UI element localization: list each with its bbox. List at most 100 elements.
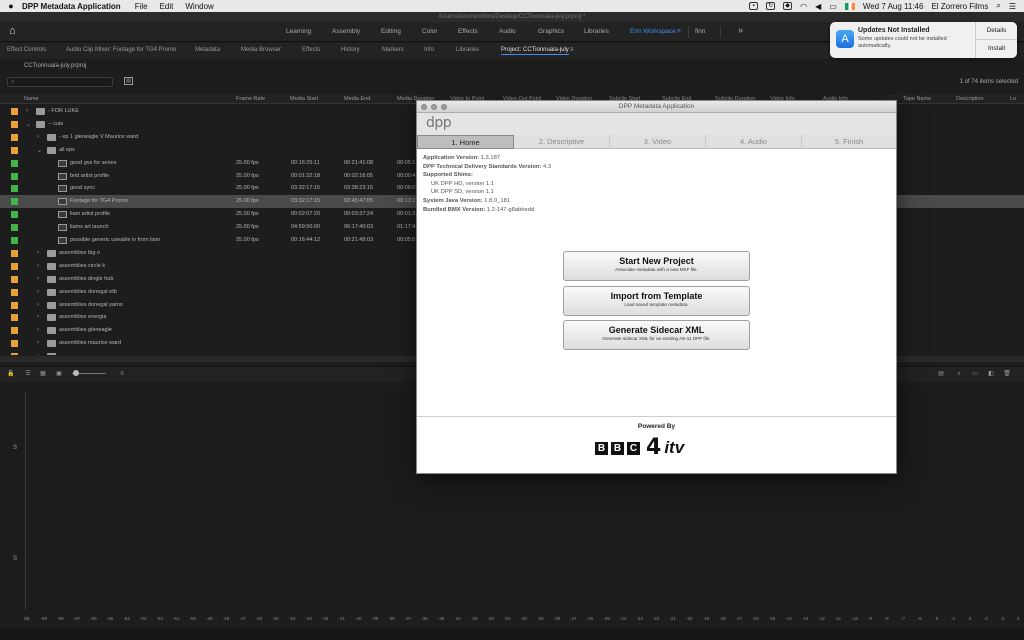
tray-dropbox-icon[interactable]: ◆ <box>783 2 793 10</box>
wifi-icon[interactable]: ◠ <box>800 2 807 11</box>
tab-audio[interactable]: 4. Audio <box>706 135 802 149</box>
disclosure-collapsed-icon[interactable]: › <box>37 353 39 355</box>
col-description[interactable]: Description <box>956 96 984 102</box>
tab-media-browser[interactable]: Media Browser <box>241 47 281 53</box>
label-color-swatch[interactable] <box>11 224 18 232</box>
generate-sidecar-xml-button[interactable]: Generate Sidecar XML Generate sidecar XM… <box>563 320 750 350</box>
tab-project[interactable]: Project: CCTionnuala-july <box>501 47 569 55</box>
volume-icon[interactable]: ◀ <box>815 2 821 11</box>
import-template-button[interactable]: Import from Template Load saved template… <box>563 286 750 316</box>
label-color-swatch[interactable] <box>11 211 18 219</box>
notification-center-icon[interactable]: ☰ <box>1009 2 1016 11</box>
lock-icon[interactable]: 🔓 <box>7 371 15 378</box>
col-name[interactable]: Name <box>24 96 39 102</box>
dpp-window-title[interactable]: DPP Metadata Application <box>417 101 896 113</box>
disclosure-collapsed-icon[interactable]: › <box>37 134 39 140</box>
tab-home[interactable]: 1. Home <box>417 135 514 149</box>
label-color-swatch[interactable] <box>11 288 18 296</box>
disclosure-collapsed-icon[interactable]: › <box>26 108 28 114</box>
disclosure-collapsed-icon[interactable]: › <box>37 314 39 320</box>
label-color-swatch[interactable] <box>11 340 18 348</box>
menu-file[interactable]: File <box>135 2 148 11</box>
col-log[interactable]: Lo <box>1010 96 1016 102</box>
tab-metadata[interactable]: Metadata <box>195 47 220 53</box>
disclosure-collapsed-icon[interactable]: › <box>37 250 39 256</box>
label-color-swatch[interactable] <box>11 108 18 115</box>
workspace-graphics[interactable]: Graphics <box>538 28 564 35</box>
tab-history[interactable]: History <box>341 47 360 53</box>
workspace-erin[interactable]: Erin Workspace <box>630 28 676 35</box>
menu-edit[interactable]: Edit <box>160 2 174 11</box>
label-color-swatch[interactable] <box>11 133 18 141</box>
new-item-icon[interactable]: ◧ <box>987 371 995 378</box>
disclosure-collapsed-icon[interactable]: › <box>37 302 39 308</box>
label-color-swatch[interactable] <box>11 327 18 335</box>
label-color-swatch[interactable] <box>11 120 18 128</box>
disclosure-collapsed-icon[interactable]: › <box>37 276 39 282</box>
col-media-end[interactable]: Media End <box>344 96 370 102</box>
app-name-menu[interactable]: DPP Metadata Application <box>22 2 121 11</box>
label-color-swatch[interactable] <box>11 159 18 167</box>
clock[interactable]: Wed 7 Aug 11:46 <box>863 2 924 11</box>
label-color-swatch[interactable] <box>11 198 18 206</box>
tab-audio-clip-mixer[interactable]: Audio Clip Mixer: Footage for TG4 Promo <box>66 47 176 53</box>
workspace-more-icon[interactable]: » <box>738 25 743 35</box>
bin-icon[interactable]: ▤ <box>937 371 945 378</box>
label-color-swatch[interactable] <box>11 146 18 154</box>
workspace-assembly[interactable]: Assembly <box>332 28 360 35</box>
apple-menu-icon[interactable]: ● <box>0 1 22 11</box>
label-color-swatch[interactable] <box>11 353 18 355</box>
workspace-effects[interactable]: Effects <box>458 28 478 35</box>
col-tape-name[interactable]: Tape Name <box>903 96 931 102</box>
disclosure-collapsed-icon[interactable]: › <box>37 327 39 333</box>
tab-info[interactable]: Info <box>424 47 434 53</box>
workspace-audio[interactable]: Audio <box>499 28 516 35</box>
tray-sync-icon[interactable]: ↻ <box>766 2 776 10</box>
label-color-swatch[interactable] <box>11 249 18 257</box>
label-color-swatch[interactable] <box>11 185 18 193</box>
list-view-icon[interactable]: ☰ <box>24 371 32 378</box>
workspace-learning[interactable]: Learning <box>286 28 311 35</box>
tab-effects[interactable]: Effects <box>302 47 320 53</box>
new-bin-icon[interactable]: ▤ <box>124 77 133 85</box>
workspace-color[interactable]: Color <box>422 28 438 35</box>
zoom-slider-handle[interactable] <box>73 370 79 376</box>
install-button[interactable]: Install <box>975 40 1017 58</box>
col-frame-rate[interactable]: Frame Rate <box>236 96 265 102</box>
meter-solo-label[interactable]: S <box>13 556 17 562</box>
trash-icon[interactable]: 🗑 <box>1003 371 1011 378</box>
label-color-swatch[interactable] <box>11 237 18 244</box>
workspace-libraries[interactable]: Libraries <box>584 28 609 35</box>
tab-descriptive[interactable]: 2. Descriptive <box>514 135 610 149</box>
freeform-view-icon[interactable]: ▣ <box>55 371 63 378</box>
start-new-project-button[interactable]: Start New Project Associate metadata wit… <box>563 251 750 281</box>
tab-project-menu-icon[interactable]: ≡ <box>570 47 574 53</box>
minimize-window-icon[interactable] <box>431 104 437 110</box>
update-notification[interactable]: A Updates Not Installed Some updates cou… <box>830 22 1017 58</box>
disclosure-collapsed-icon[interactable]: › <box>37 340 39 346</box>
disclosure-expanded-icon[interactable]: ⌄ <box>37 147 42 154</box>
label-color-swatch[interactable] <box>11 172 18 180</box>
tab-finish[interactable]: 5. Finish <box>802 135 896 149</box>
find-icon[interactable]: ⌕ <box>955 371 963 378</box>
icon-view-icon[interactable]: ▦ <box>39 371 47 378</box>
details-button[interactable]: Details <box>975 22 1017 40</box>
label-color-swatch[interactable] <box>11 301 18 309</box>
label-color-swatch[interactable] <box>11 275 18 283</box>
sort-icon[interactable]: ≡ <box>118 371 126 378</box>
input-source-flag-icon[interactable] <box>844 2 855 10</box>
tab-video[interactable]: 3. Video <box>610 135 706 149</box>
user-name[interactable]: El Zorrero Films <box>931 2 988 11</box>
tab-libraries[interactable]: Libraries <box>456 47 479 53</box>
tab-markers[interactable]: Markers <box>382 47 404 53</box>
battery-icon[interactable]: ▭ <box>829 2 837 11</box>
menu-window[interactable]: Window <box>185 2 213 11</box>
close-window-icon[interactable] <box>421 104 427 110</box>
label-color-swatch[interactable] <box>11 262 18 270</box>
disclosure-collapsed-icon[interactable]: › <box>37 263 39 269</box>
project-search-input[interactable]: ⌕ <box>7 77 113 87</box>
label-color-swatch[interactable] <box>11 314 18 322</box>
home-icon[interactable]: ⌂ <box>9 26 20 37</box>
spotlight-icon[interactable]: ⌕ <box>996 1 1000 11</box>
workspace-finn[interactable]: finn <box>695 28 705 35</box>
